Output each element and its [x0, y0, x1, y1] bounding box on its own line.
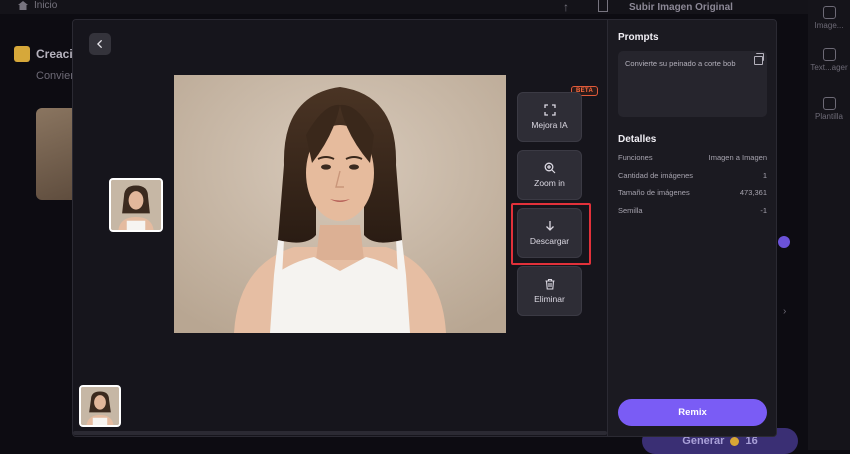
history-thumbnail[interactable] [79, 385, 121, 427]
download-highlight [511, 203, 591, 265]
prompts-heading: Prompts [618, 32, 659, 43]
detail-row-seed: Semilla-1 [618, 206, 767, 215]
horizontal-scrollbar[interactable] [73, 431, 607, 435]
back-button[interactable] [89, 33, 111, 55]
remix-button[interactable]: Remix [618, 399, 767, 426]
upload-icon[interactable]: ↑ [563, 0, 569, 14]
enhance-icon [544, 104, 556, 116]
home-link[interactable]: Inicio [18, 0, 57, 11]
upload-title: Subir Imagen Original [629, 2, 733, 13]
details-panel: Prompts Convierte su peinado a corte bob… [608, 20, 777, 437]
portrait-image [174, 75, 506, 333]
prompt-text: Convierte su peinado a corte bob [625, 59, 736, 68]
home-icon [18, 1, 28, 10]
badge-dot [778, 236, 790, 248]
detail-row-functions: FuncionesImagen a Imagen [618, 153, 767, 162]
chevron-right-icon[interactable]: › [783, 306, 786, 317]
edit-icon [823, 48, 836, 61]
portrait-thumbnail-image [111, 180, 161, 230]
delete-button[interactable]: Eliminar [517, 266, 582, 316]
prompt-box: Convierte su peinado a corte bob [618, 51, 767, 117]
grid-icon [823, 97, 836, 110]
detail-row-image-size: Tamaño de imágenes473,361 [618, 188, 767, 197]
main-result-image [174, 75, 506, 333]
sidebar-item-text-image[interactable]: Text...ager [808, 48, 850, 72]
details-heading: Detalles [618, 134, 656, 145]
coin-icon [730, 437, 739, 446]
sidebar-item-image[interactable]: Image... [808, 6, 850, 30]
preview-area: BETA Mejora IA Zoom in Descargar Elimina… [73, 20, 607, 437]
document-icon[interactable] [598, 0, 608, 12]
zoom-in-button[interactable]: Zoom in [517, 150, 582, 200]
enhance-ai-button[interactable]: Mejora IA [517, 92, 582, 142]
trash-icon [544, 278, 556, 290]
page-title: Creació [14, 46, 80, 62]
detail-row-image-count: Cantidad de imágenes1 [618, 171, 767, 180]
page-subtitle: Convier [36, 70, 74, 82]
zoom-in-icon [544, 162, 556, 174]
image-icon [823, 6, 836, 19]
creation-icon [14, 46, 30, 62]
image-detail-modal: BETA Mejora IA Zoom in Descargar Elimina… [72, 19, 777, 437]
sidebar-item-templates[interactable]: Plantilla [808, 97, 850, 121]
portrait-thumbnail-image [81, 387, 119, 425]
chevron-left-icon [95, 39, 105, 49]
result-thumbnail-selected[interactable] [109, 178, 163, 232]
copy-icon[interactable] [754, 56, 763, 65]
